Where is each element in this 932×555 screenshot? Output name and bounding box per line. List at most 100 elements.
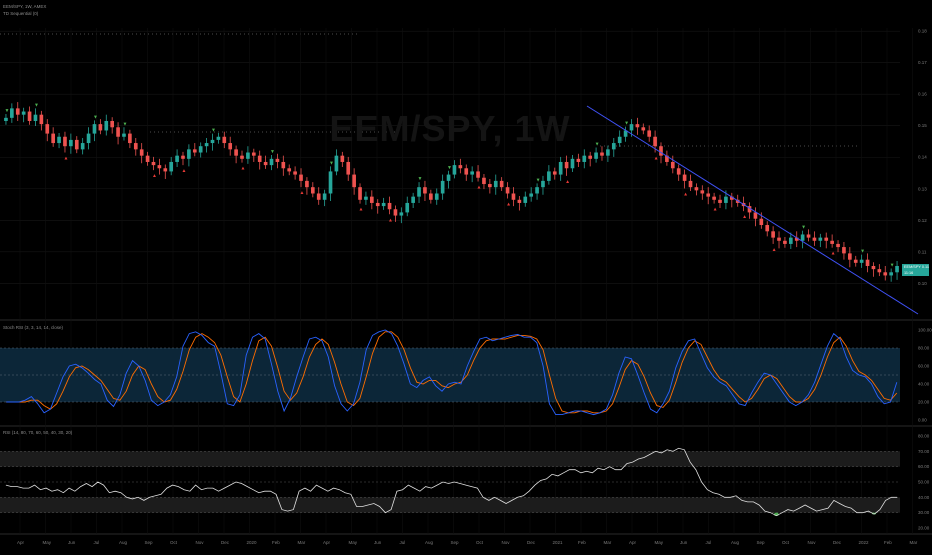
price-tick-label: 0.12 (918, 218, 927, 223)
candle (458, 165, 463, 169)
candle (594, 152, 598, 159)
candle (387, 202, 392, 210)
candle (452, 165, 457, 175)
price-tick-label: 0.18 (918, 29, 927, 34)
candle (783, 240, 787, 244)
candle (889, 272, 893, 276)
td-marker: ▲ (565, 179, 570, 185)
chart-svg[interactable]: ▼▼▲▼▼▲▲▼▲▼▲▼▲▲▼▼▲▲▼ ▲▼▼▲▲▲▲▲▼▲ ▼▼ 0.180.17… (0, 0, 932, 550)
time-tick-label: Dec (221, 540, 230, 545)
rsi-tick-label: 70.00 (918, 449, 930, 454)
candle (759, 218, 764, 226)
candle (375, 202, 380, 207)
td-marker: ▲ (772, 247, 777, 253)
candle (240, 155, 244, 159)
stoch-tick-label: 60.00 (918, 364, 930, 369)
price-tick-label: 0.11 (918, 249, 927, 254)
time-tick-label: 2021 (553, 540, 564, 545)
candle (476, 171, 480, 178)
badge-symbol: EEM/SPY (904, 265, 921, 269)
badge-value: 0.11 (921, 265, 929, 269)
td-marker: ▼ (536, 177, 541, 183)
candle (440, 180, 445, 194)
candle (293, 171, 297, 175)
rsi-band (0, 451, 900, 467)
candle (299, 174, 303, 181)
candle (281, 161, 286, 169)
candle (700, 190, 705, 194)
time-tick-label: Oct (170, 540, 178, 545)
candle (771, 231, 775, 238)
rsi-tick-label: 80.00 (918, 434, 930, 439)
time-tick-label: Jun (68, 540, 76, 545)
candle (429, 193, 433, 200)
stoch-tick-label: 0.00 (918, 418, 927, 423)
candle (423, 187, 427, 194)
stoch-tick-label: 40.00 (918, 382, 930, 387)
candle (865, 259, 870, 266)
time-tick-label: Feb (884, 540, 892, 545)
last-price-badge: EEM/SPY 0.11 11:16 (902, 264, 929, 276)
candle (564, 161, 569, 169)
time-tick-label: Oct (476, 540, 484, 545)
candle (859, 259, 864, 263)
td-marker: ▼ (447, 165, 452, 171)
td-marker: ▲ (241, 166, 246, 172)
candle (169, 161, 174, 172)
candle (600, 152, 604, 156)
chart-area[interactable]: ▼ ▼ ▲ ▼ ▼ ▲ ▲ ▼ ▲ ▼ ▲ ▼ ▲ ▲ ▼ ▼ ▲ ▲ ▼ ▲ ▼ ▼ ▲ ▲ ▲ ▲ ▲ ▼ ▲ ▼ ▼ 0.18 0.17… (0, 0, 932, 550)
time-tick-label: Sep (451, 540, 460, 545)
candle (181, 155, 185, 159)
candle (842, 247, 846, 254)
time-tick-label: Aug (425, 540, 434, 545)
td-marker: ▼ (418, 176, 423, 182)
candle (234, 149, 238, 156)
symbol-watermark: EEM/SPY, 1W (329, 108, 571, 149)
candle (370, 196, 374, 203)
time-tick-label: May (43, 540, 52, 545)
time-tick-label: Dec (527, 540, 536, 545)
candle (446, 174, 451, 181)
rsi-band (0, 497, 900, 513)
candle (788, 237, 793, 244)
candle (606, 149, 610, 156)
td-marker: ▲ (713, 207, 718, 213)
time-tick-label: Jun (680, 540, 688, 545)
rsi-tick-label: 30.00 (918, 510, 930, 515)
stoch-rsi-label[interactable]: Stoch RSI (3, 3, 14, 14, close) (3, 325, 63, 330)
td-sequential-label[interactable]: TD Sequential (0) (3, 11, 38, 16)
candle (505, 187, 510, 194)
time-tick-label: Nov (196, 540, 205, 545)
candle (895, 265, 899, 273)
candle (688, 180, 693, 188)
price-tick-label: 0.16 (918, 92, 927, 97)
symbol-title[interactable]: EEM/SPY, 1W, AMEX (3, 4, 46, 9)
candle (470, 171, 474, 175)
rsi-label[interactable]: RSI (14, 80, 70, 60, 50, 40, 30, 20) (3, 430, 72, 435)
candle (523, 196, 528, 203)
rsi-tick-label: 50.00 (918, 480, 930, 485)
candle (434, 193, 439, 200)
candle (399, 212, 404, 216)
rsi-tick-label: 60.00 (918, 464, 930, 469)
time-tick-label: Jul (400, 540, 406, 545)
candle (328, 171, 333, 194)
time-tick-label: Mar (298, 540, 306, 545)
candle (676, 168, 681, 175)
stoch-tick-label: 100.00 (918, 328, 932, 333)
candle (499, 180, 504, 188)
time-tick-label: Jul (94, 540, 100, 545)
time-tick-label: Sep (757, 540, 766, 545)
time-tick-label: Apr (17, 540, 25, 545)
candle (364, 196, 368, 200)
candle (547, 171, 551, 181)
stoch-tick-label: 20.00 (918, 400, 930, 405)
td-marker: ▲ (300, 190, 305, 196)
candle (275, 158, 280, 162)
td-marker: ▲ (181, 168, 186, 174)
candle (346, 161, 351, 175)
time-tick-label: Nov (808, 540, 817, 545)
time-tick-label: May (349, 540, 358, 545)
time-tick-label: Oct (782, 540, 790, 545)
candle (381, 202, 386, 207)
